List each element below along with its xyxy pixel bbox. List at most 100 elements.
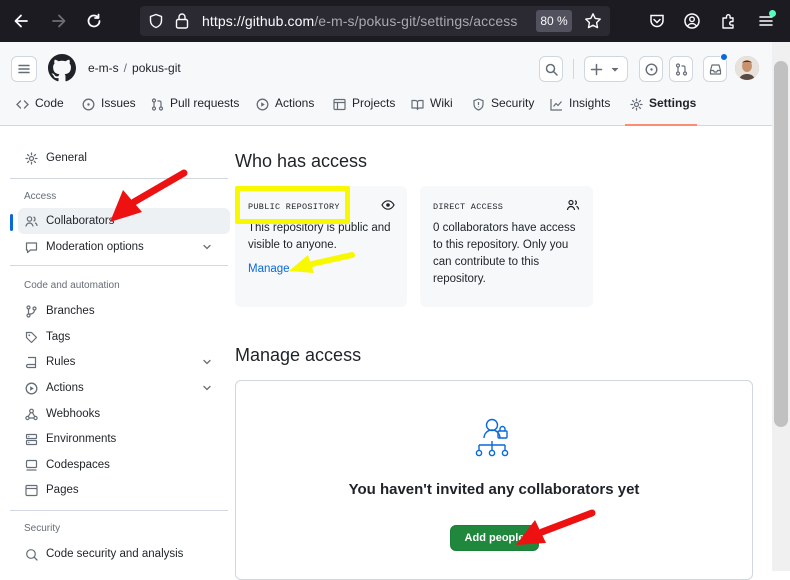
book-icon [411, 99, 424, 111]
tab-label: Issues [101, 96, 136, 110]
sidebar-item-code-security[interactable]: Code security and analysis [18, 541, 230, 567]
manage-visibility-link[interactable]: Manage [248, 263, 290, 275]
tab-projects[interactable]: Projects [333, 96, 395, 126]
repo-nav: Code Issues Pull requests Actions Projec… [0, 96, 772, 126]
update-dot-icon [769, 10, 776, 17]
sidebar-item-label: Webhooks [46, 408, 101, 420]
card-description: 0 collaborators have access to this repo… [433, 222, 576, 285]
tab-label: Projects [352, 96, 396, 110]
chevron-down-icon [203, 359, 211, 365]
issue-icon [82, 98, 95, 111]
sidebar-item-rules[interactable]: Rules [18, 349, 230, 375]
sidebar-item-label: Rules [46, 356, 76, 368]
bookmark-star-icon[interactable] [584, 12, 602, 30]
sidebar-item-collaborators[interactable]: Collaborators [18, 208, 230, 234]
create-new-button[interactable] [584, 56, 628, 82]
annotation-highlight-box [235, 186, 350, 224]
tab-pull-requests[interactable]: Pull requests [151, 96, 239, 126]
extensions-icon[interactable] [717, 9, 741, 33]
sidebar-item-actions[interactable]: Actions [18, 375, 230, 401]
forward-arrow-icon[interactable] [47, 9, 71, 33]
sidebar-heading-code: Code and automation [24, 280, 120, 291]
shield-tracking-icon[interactable] [148, 13, 164, 29]
scrollbar-thumb[interactable] [774, 61, 788, 427]
sidebar-item-branches[interactable]: Branches [18, 298, 230, 324]
pull-requests-button[interactable] [669, 56, 693, 82]
hamburger-menu-button[interactable] [11, 56, 37, 82]
sidebar-heading-access: Access [24, 191, 57, 202]
browser-toolbar: https://github.com/e-m-s/pokus-git/setti… [0, 0, 790, 42]
url-path: /e-m-s/pokus-git/settings/access [314, 13, 518, 29]
gear-icon [25, 151, 38, 165]
sidebar-item-label: General [46, 152, 87, 164]
shield-icon [473, 98, 484, 111]
owner-link[interactable]: e-m-s [88, 61, 119, 75]
tab-code[interactable]: Code [16, 96, 64, 126]
card-description: This repository is public and visible to… [248, 222, 391, 251]
sidebar-item-label: Pages [46, 484, 79, 496]
sidebar-item-webhooks[interactable]: Webhooks [18, 401, 230, 427]
tab-label: Code [35, 96, 64, 110]
manage-access-heading: Manage access [235, 345, 362, 365]
sidebar-item-label: Actions [46, 382, 84, 394]
sidebar-divider [10, 510, 228, 511]
back-arrow-icon[interactable] [9, 9, 33, 33]
empty-state-title: You haven't invited any collaborators ye… [348, 481, 640, 498]
avatar[interactable] [735, 56, 759, 80]
browser-icon [25, 484, 38, 496]
pull-request-icon [151, 98, 164, 111]
url-text[interactable]: https://github.com/e-m-s/pokus-git/setti… [202, 13, 517, 29]
repo-push-icon [25, 356, 37, 368]
server-icon [25, 433, 38, 445]
sidebar-item-general[interactable]: General [18, 145, 230, 171]
lock-icon[interactable] [174, 12, 190, 30]
branch-icon [26, 304, 37, 318]
sidebar-item-codespaces[interactable]: Codespaces [18, 452, 230, 478]
sidebar-item-moderation[interactable]: Moderation options [18, 234, 230, 260]
issues-button[interactable] [639, 56, 663, 82]
pocket-icon[interactable] [645, 9, 669, 33]
sidebar-item-label: Codespaces [46, 459, 110, 471]
menu-icon[interactable] [754, 9, 778, 33]
tab-wiki[interactable]: Wiki [411, 96, 453, 126]
tab-label: Actions [275, 96, 315, 110]
tab-issues[interactable]: Issues [82, 96, 136, 126]
reload-icon[interactable] [82, 9, 106, 33]
repo-link[interactable]: pokus-git [132, 61, 181, 75]
play-icon [256, 98, 269, 111]
header-divider [573, 59, 574, 79]
tab-label: Settings [649, 96, 697, 110]
sidebar-item-label: Moderation options [46, 241, 144, 253]
chevron-down-icon [203, 385, 211, 391]
selected-indicator [10, 214, 13, 231]
inbox-icon [709, 63, 721, 75]
sidebar-divider [10, 178, 228, 179]
webhook-icon [25, 408, 38, 420]
sidebar-item-label: Branches [46, 305, 95, 317]
github-logo-icon[interactable] [48, 54, 76, 82]
zoom-level-badge[interactable]: 80 % [536, 10, 572, 32]
collaborators-empty-state: You haven't invited any collaborators ye… [235, 380, 753, 580]
search-button[interactable] [539, 56, 563, 82]
address-bar[interactable]: https://github.com/e-m-s/pokus-git/setti… [140, 6, 610, 36]
tag-icon [25, 331, 38, 343]
sidebar-item-tags[interactable]: Tags [18, 324, 230, 350]
account-icon[interactable] [680, 9, 704, 33]
card-label: DIRECT ACCESS [433, 202, 504, 212]
people-icon [25, 215, 38, 227]
sidebar-item-environments[interactable]: Environments [18, 426, 230, 452]
eye-icon [381, 199, 395, 211]
github-header: e-m-s / pokus-git Code Issues Pull request… [0, 42, 772, 126]
page-scrollbar[interactable] [772, 42, 790, 571]
tab-settings[interactable]: Settings [625, 96, 697, 126]
inbox-button[interactable] [703, 53, 728, 82]
tab-actions[interactable]: Actions [256, 96, 314, 126]
tab-label: Security [491, 96, 535, 110]
tab-security[interactable]: Security [472, 96, 534, 126]
code-icon [16, 100, 29, 109]
tab-insights[interactable]: Insights [550, 96, 610, 126]
add-people-button[interactable]: Add people [450, 525, 539, 551]
sidebar-item-pages[interactable]: Pages [18, 477, 230, 503]
sidebar-heading-security: Security [24, 523, 61, 534]
tab-label: Wiki [430, 96, 453, 110]
